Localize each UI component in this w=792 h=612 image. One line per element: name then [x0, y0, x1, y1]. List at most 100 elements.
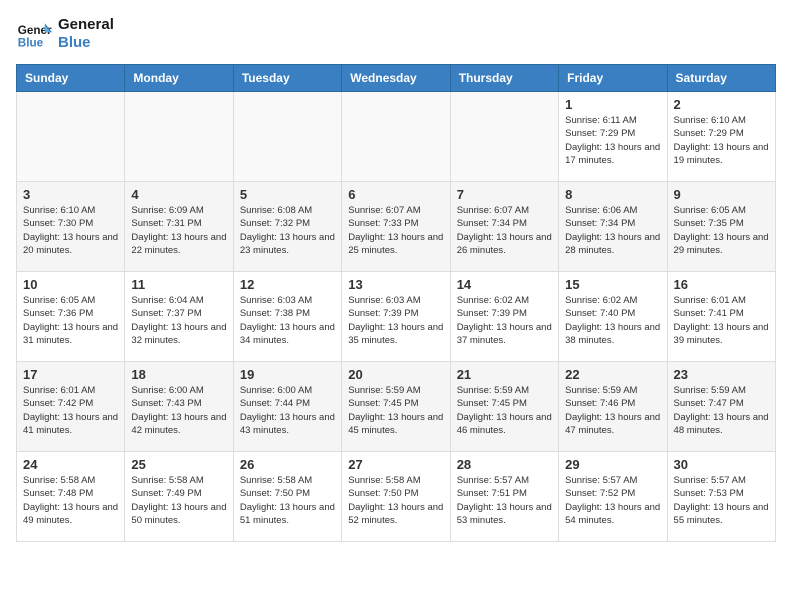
day-cell: 6 Sunrise: 6:07 AMSunset: 7:33 PMDaylight…: [342, 182, 450, 272]
day-cell: [17, 92, 125, 182]
weekday-header-monday: Monday: [125, 65, 233, 92]
day-number: 30: [674, 457, 769, 472]
day-number: 12: [240, 277, 335, 292]
day-info: Sunrise: 6:10 AMSunset: 7:30 PMDaylight:…: [23, 204, 118, 257]
day-info: Sunrise: 6:02 AMSunset: 7:40 PMDaylight:…: [565, 294, 660, 347]
week-row-4: 24 Sunrise: 5:58 AMSunset: 7:48 PMDayligh…: [17, 452, 776, 542]
day-number: 21: [457, 367, 552, 382]
day-cell: 24 Sunrise: 5:58 AMSunset: 7:48 PMDayligh…: [17, 452, 125, 542]
day-cell: 9 Sunrise: 6:05 AMSunset: 7:35 PMDaylight…: [667, 182, 775, 272]
header: General Blue General Blue: [16, 16, 776, 52]
day-cell: 10Sunrise: 6:05 AMSunset: 7:36 PMDayligh…: [17, 272, 125, 362]
weekday-header-tuesday: Tuesday: [233, 65, 341, 92]
logo: General Blue General Blue: [16, 16, 114, 52]
day-number: 11: [131, 277, 226, 292]
day-cell: 28 Sunrise: 5:57 AMSunset: 7:51 PMDayligh…: [450, 452, 558, 542]
week-row-0: 1 Sunrise: 6:11 AMSunset: 7:29 PMDaylight…: [17, 92, 776, 182]
week-row-1: 3 Sunrise: 6:10 AMSunset: 7:30 PMDaylight…: [17, 182, 776, 272]
day-cell: [125, 92, 233, 182]
day-cell: 19Sunrise: 6:00 AMSunset: 7:44 PMDayligh…: [233, 362, 341, 452]
day-info: Sunrise: 5:59 AMSunset: 7:47 PMDaylight:…: [674, 384, 769, 437]
day-number: 23: [674, 367, 769, 382]
day-info: Sunrise: 6:00 AMSunset: 7:43 PMDaylight:…: [131, 384, 226, 437]
day-number: 25: [131, 457, 226, 472]
day-info: Sunrise: 6:00 AMSunset: 7:44 PMDaylight:…: [240, 384, 335, 437]
day-cell: 2 Sunrise: 6:10 AMSunset: 7:29 PMDaylight…: [667, 92, 775, 182]
week-row-3: 17 Sunrise: 6:01 AMSunset: 7:42 PMDayligh…: [17, 362, 776, 452]
day-cell: 21 Sunrise: 5:59 AMSunset: 7:45 PMDayligh…: [450, 362, 558, 452]
day-info: Sunrise: 6:04 AMSunset: 7:37 PMDaylight:…: [131, 294, 226, 347]
day-cell: [233, 92, 341, 182]
weekday-header-row: SundayMondayTuesdayWednesdayThursdayFrid…: [17, 65, 776, 92]
day-info: Sunrise: 5:58 AMSunset: 7:50 PMDaylight:…: [348, 474, 443, 527]
week-row-2: 10Sunrise: 6:05 AMSunset: 7:36 PMDayligh…: [17, 272, 776, 362]
day-number: 8: [565, 187, 660, 202]
day-cell: 26Sunrise: 5:58 AMSunset: 7:50 PMDayligh…: [233, 452, 341, 542]
day-number: 4: [131, 187, 226, 202]
day-number: 15: [565, 277, 660, 292]
day-info: Sunrise: 6:08 AMSunset: 7:32 PMDaylight:…: [240, 204, 335, 257]
day-info: Sunrise: 6:07 AMSunset: 7:33 PMDaylight:…: [348, 204, 443, 257]
day-cell: 29Sunrise: 5:57 AMSunset: 7:52 PMDayligh…: [559, 452, 667, 542]
day-cell: 13 Sunrise: 6:03 AMSunset: 7:39 PMDayligh…: [342, 272, 450, 362]
weekday-header-sunday: Sunday: [17, 65, 125, 92]
day-number: 9: [674, 187, 769, 202]
day-cell: 8Sunrise: 6:06 AMSunset: 7:34 PMDaylight…: [559, 182, 667, 272]
day-number: 1: [565, 97, 660, 112]
day-number: 16: [674, 277, 769, 292]
day-number: 22: [565, 367, 660, 382]
day-cell: 11 Sunrise: 6:04 AMSunset: 7:37 PMDayligh…: [125, 272, 233, 362]
day-cell: 27 Sunrise: 5:58 AMSunset: 7:50 PMDayligh…: [342, 452, 450, 542]
day-number: 20: [348, 367, 443, 382]
logo-blue: Blue: [58, 34, 114, 52]
day-cell: 22 Sunrise: 5:59 AMSunset: 7:46 PMDayligh…: [559, 362, 667, 452]
day-number: 28: [457, 457, 552, 472]
weekday-header-wednesday: Wednesday: [342, 65, 450, 92]
day-number: 18: [131, 367, 226, 382]
day-info: Sunrise: 5:59 AMSunset: 7:45 PMDaylight:…: [457, 384, 552, 437]
day-cell: 12 Sunrise: 6:03 AMSunset: 7:38 PMDayligh…: [233, 272, 341, 362]
day-cell: 7 Sunrise: 6:07 AMSunset: 7:34 PMDaylight…: [450, 182, 558, 272]
day-number: 17: [23, 367, 118, 382]
day-info: Sunrise: 6:11 AMSunset: 7:29 PMDaylight:…: [565, 114, 660, 167]
day-cell: 20 Sunrise: 5:59 AMSunset: 7:45 PMDayligh…: [342, 362, 450, 452]
day-info: Sunrise: 6:01 AMSunset: 7:42 PMDaylight:…: [23, 384, 118, 437]
day-cell: [342, 92, 450, 182]
day-cell: 23 Sunrise: 5:59 AMSunset: 7:47 PMDayligh…: [667, 362, 775, 452]
day-cell: 5 Sunrise: 6:08 AMSunset: 7:32 PMDaylight…: [233, 182, 341, 272]
day-cell: 15 Sunrise: 6:02 AMSunset: 7:40 PMDayligh…: [559, 272, 667, 362]
day-number: 13: [348, 277, 443, 292]
day-info: Sunrise: 6:03 AMSunset: 7:38 PMDaylight:…: [240, 294, 335, 347]
day-info: Sunrise: 5:58 AMSunset: 7:49 PMDaylight:…: [131, 474, 226, 527]
day-info: Sunrise: 6:10 AMSunset: 7:29 PMDaylight:…: [674, 114, 769, 167]
day-info: Sunrise: 6:07 AMSunset: 7:34 PMDaylight:…: [457, 204, 552, 257]
logo-general: General: [58, 16, 114, 34]
svg-text:Blue: Blue: [18, 37, 44, 50]
day-cell: 3 Sunrise: 6:10 AMSunset: 7:30 PMDaylight…: [17, 182, 125, 272]
day-number: 6: [348, 187, 443, 202]
day-info: Sunrise: 5:58 AMSunset: 7:48 PMDaylight:…: [23, 474, 118, 527]
day-number: 5: [240, 187, 335, 202]
day-number: 14: [457, 277, 552, 292]
day-info: Sunrise: 6:05 AMSunset: 7:35 PMDaylight:…: [674, 204, 769, 257]
day-number: 10: [23, 277, 118, 292]
day-number: 27: [348, 457, 443, 472]
day-cell: 1 Sunrise: 6:11 AMSunset: 7:29 PMDaylight…: [559, 92, 667, 182]
day-info: Sunrise: 5:57 AMSunset: 7:52 PMDaylight:…: [565, 474, 660, 527]
day-info: Sunrise: 6:03 AMSunset: 7:39 PMDaylight:…: [348, 294, 443, 347]
day-info: Sunrise: 5:59 AMSunset: 7:45 PMDaylight:…: [348, 384, 443, 437]
day-number: 3: [23, 187, 118, 202]
day-info: Sunrise: 5:57 AMSunset: 7:51 PMDaylight:…: [457, 474, 552, 527]
weekday-header-thursday: Thursday: [450, 65, 558, 92]
day-info: Sunrise: 6:02 AMSunset: 7:39 PMDaylight:…: [457, 294, 552, 347]
weekday-header-saturday: Saturday: [667, 65, 775, 92]
logo-icon: General Blue: [16, 16, 52, 52]
day-number: 2: [674, 97, 769, 112]
day-number: 24: [23, 457, 118, 472]
day-info: Sunrise: 5:59 AMSunset: 7:46 PMDaylight:…: [565, 384, 660, 437]
day-number: 7: [457, 187, 552, 202]
day-cell: 18 Sunrise: 6:00 AMSunset: 7:43 PMDayligh…: [125, 362, 233, 452]
day-cell: [450, 92, 558, 182]
calendar: SundayMondayTuesdayWednesdayThursdayFrid…: [16, 64, 776, 542]
day-cell: 4Sunrise: 6:09 AMSunset: 7:31 PMDaylight…: [125, 182, 233, 272]
